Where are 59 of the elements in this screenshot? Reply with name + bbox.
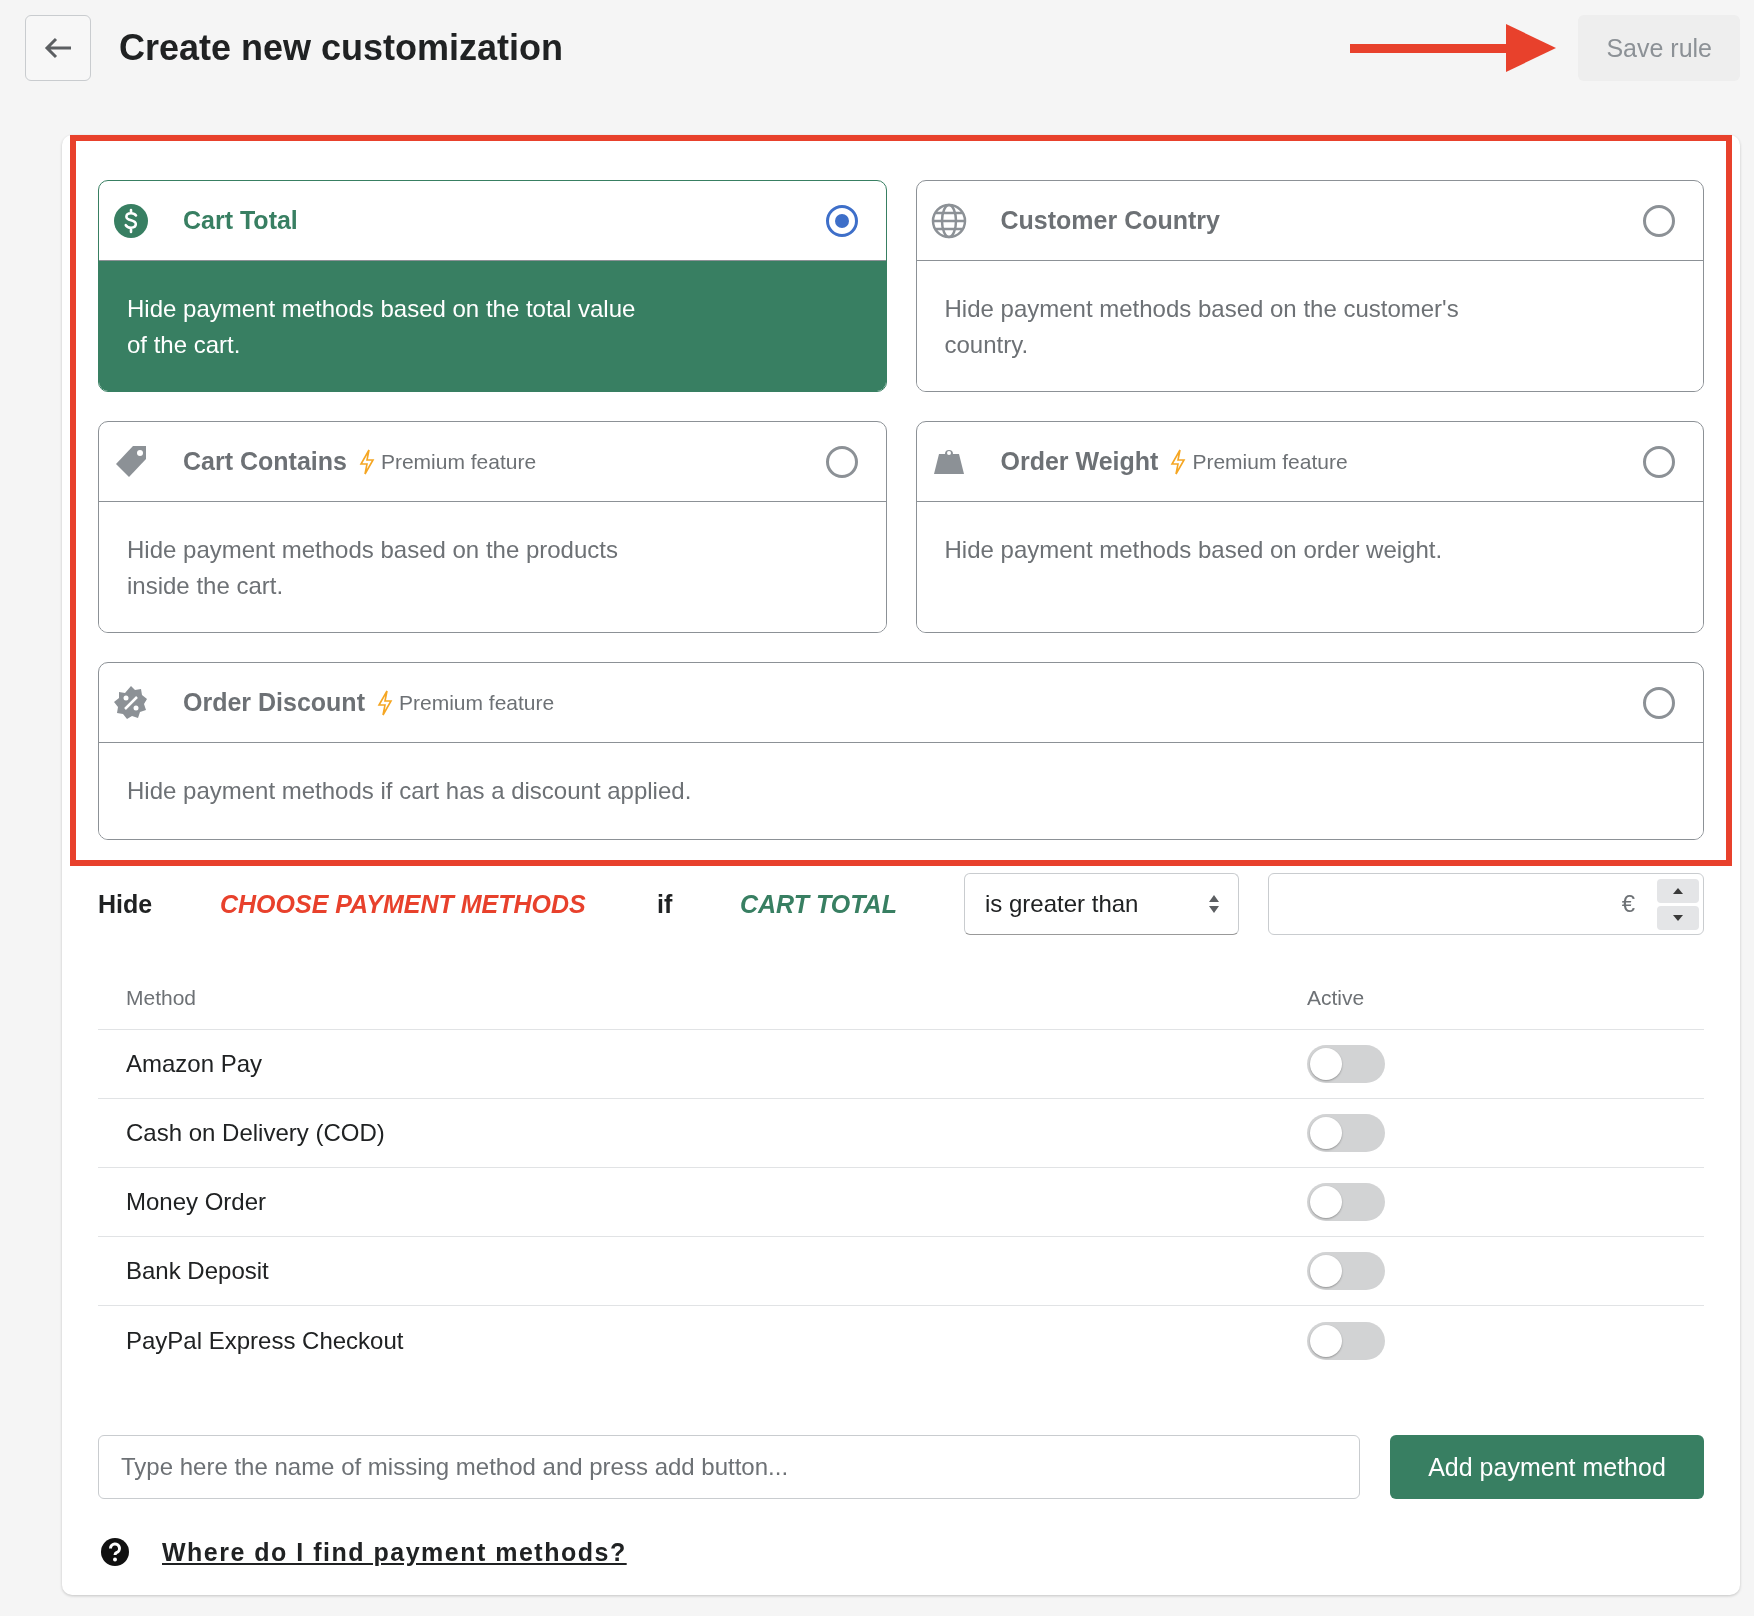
method-name: Amazon Pay bbox=[125, 1050, 264, 1078]
premium-label: Premium feature bbox=[380, 449, 537, 474]
option-description: Hide payment methods if cart has a discount applied. bbox=[127, 776, 693, 806]
increment-button[interactable] bbox=[1657, 878, 1699, 903]
rule-verb: Hide bbox=[98, 889, 154, 919]
option-description: Hide payment methods based on the products inside the cart. bbox=[127, 535, 619, 601]
condition-option[interactable]: Customer Country Hide payment methods based on the customer's country. bbox=[915, 180, 1704, 392]
radio-button[interactable] bbox=[1643, 204, 1675, 237]
radio-button[interactable] bbox=[1643, 686, 1675, 719]
dollar-icon bbox=[113, 202, 149, 239]
radio-button[interactable] bbox=[825, 445, 858, 478]
active-toggle[interactable] bbox=[1307, 1321, 1385, 1360]
option-title: Order Discount bbox=[183, 688, 365, 717]
column-header: Method bbox=[125, 985, 198, 1010]
help-link[interactable]: Where do I find payment methods? bbox=[162, 1537, 627, 1567]
condition-label: CART TOTAL bbox=[740, 889, 898, 919]
active-toggle[interactable] bbox=[1307, 1183, 1385, 1221]
add-payment-method-button[interactable]: Add payment method bbox=[1390, 1435, 1704, 1499]
rule-connector: if bbox=[657, 889, 674, 919]
method-name: Money Order bbox=[125, 1188, 268, 1216]
active-toggle[interactable] bbox=[1307, 1045, 1385, 1083]
operator-select[interactable]: is greater than bbox=[964, 873, 1239, 935]
caret-up-icon bbox=[1673, 887, 1683, 894]
condition-option[interactable]: Cart Total Hide payment methods based on the total value of the cart. bbox=[98, 180, 887, 392]
active-toggle[interactable] bbox=[1307, 1114, 1385, 1152]
column-header: Active bbox=[1306, 985, 1366, 1010]
method-name: PayPal Express Checkout bbox=[125, 1326, 405, 1355]
option-title: Cart Total bbox=[183, 206, 298, 235]
condition-option[interactable]: Order Weight Premium feature Hide payment methods based on order weight. bbox=[915, 421, 1704, 633]
premium-label: Premium feature bbox=[399, 690, 555, 715]
sort-caret-icon bbox=[1208, 894, 1220, 914]
discount-badge-icon bbox=[113, 684, 149, 721]
decrement-button[interactable] bbox=[1657, 905, 1699, 930]
option-title: Customer Country bbox=[1000, 206, 1220, 235]
method-name-input[interactable]: Type here the name of missing method and press add button... bbox=[98, 1435, 1360, 1499]
radio-button[interactable] bbox=[1643, 445, 1675, 478]
method-name: Cash on Delivery (COD) bbox=[125, 1119, 386, 1147]
globe-icon bbox=[930, 202, 967, 239]
lightning-icon bbox=[358, 448, 375, 475]
lightning-icon bbox=[1170, 448, 1187, 475]
option-title: Cart Contains bbox=[183, 447, 347, 476]
caret-down-icon bbox=[1673, 914, 1683, 921]
radio-button[interactable] bbox=[825, 204, 858, 237]
back-arrow-icon bbox=[43, 36, 73, 60]
option-description: Hide payment methods based on the total value of the cart. bbox=[127, 294, 637, 360]
option-title: Order Weight bbox=[1000, 447, 1159, 476]
help-icon bbox=[100, 1537, 130, 1567]
method-name: Bank Deposit bbox=[125, 1257, 270, 1285]
condition-option[interactable]: Order Discount Premium feature Hide payment methods if cart has a discount applied. bbox=[98, 662, 1704, 840]
back-button[interactable] bbox=[25, 15, 91, 81]
choose-methods-link[interactable]: CHOOSE PAYMENT METHODS bbox=[220, 889, 586, 919]
premium-label: Premium feature bbox=[1192, 449, 1348, 474]
option-description: Hide payment methods based on order weight. bbox=[944, 535, 1444, 565]
page-title: Create new customization bbox=[119, 27, 565, 69]
lightning-icon bbox=[377, 689, 393, 716]
active-toggle[interactable] bbox=[1307, 1252, 1385, 1290]
amount-field[interactable]: € bbox=[1268, 873, 1704, 935]
condition-option[interactable]: Cart Contains Premium feature Hide payment methods based on the products inside the cart. bbox=[98, 421, 887, 633]
option-description: Hide payment methods based on the customer's country. bbox=[944, 294, 1460, 360]
